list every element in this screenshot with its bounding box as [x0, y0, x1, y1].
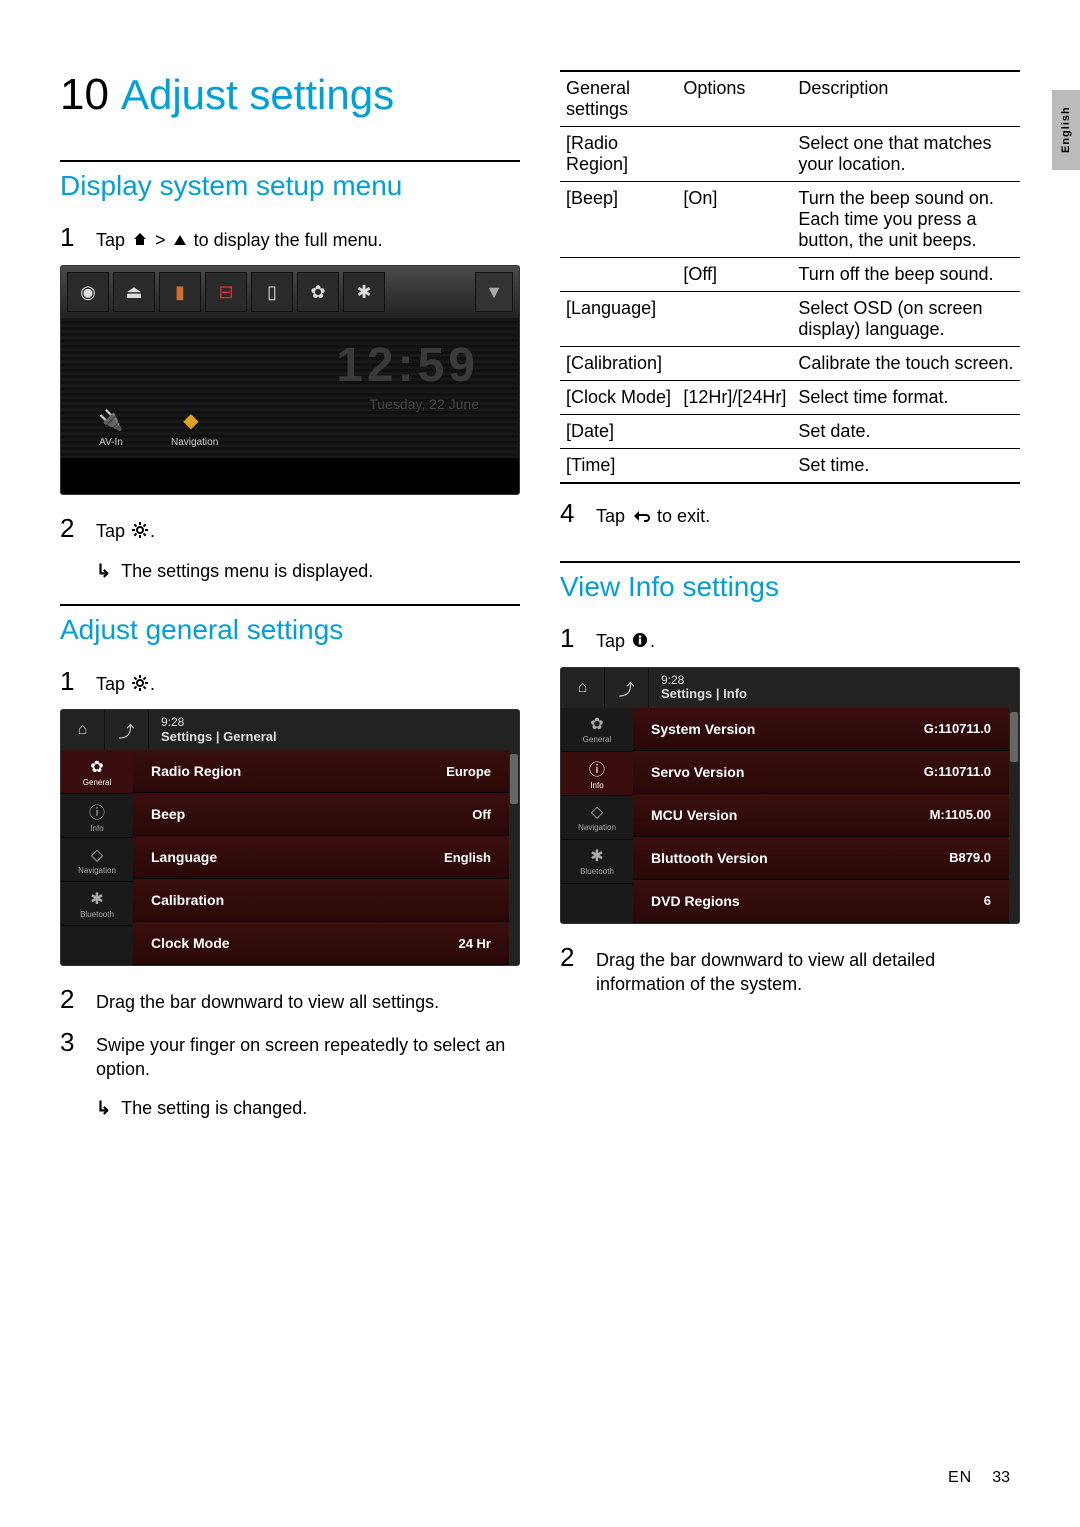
sidebar-tab-general: ✿General — [561, 708, 633, 752]
usb-icon: ⊟ — [205, 272, 247, 312]
settings-row: MCU VersionM:1105.00 — [633, 794, 1009, 837]
back-icon: ⤴ — [605, 668, 649, 708]
step-text: Drag the bar downward to view all settin… — [96, 984, 520, 1014]
step-text: Tap . — [596, 623, 1020, 654]
step-text: Tap > to display the full menu. — [96, 222, 520, 253]
settings-row: BeepOff — [133, 793, 509, 836]
screenshot-general-settings: ⌂ ⤴ 9:28 Settings | Gerneral ✿GeneralⓘIn… — [60, 709, 520, 966]
step-text: Swipe your finger on screen repeatedly t… — [96, 1027, 520, 1082]
triangle-up-icon — [173, 229, 187, 253]
step-number: 1 — [60, 666, 82, 697]
table-row: [Language]Select OSD (on screen display)… — [560, 292, 1020, 347]
step-text: Tap to exit. — [596, 498, 1020, 529]
breadcrumb: Settings | Info — [661, 686, 747, 701]
sidebar-tab-info: ⓘInfo — [61, 794, 133, 838]
settings-row: Calibration — [133, 879, 509, 922]
result-text: The settings menu is displayed. — [121, 561, 373, 582]
sd-icon: ▮ — [159, 272, 201, 312]
settings-row: Servo VersionG:110711.0 — [633, 751, 1009, 794]
info-icon — [632, 630, 648, 654]
table-row: [Radio Region]Select one that matches yo… — [560, 127, 1020, 182]
clock-display: 12:59 — [336, 338, 479, 393]
settings-row: DVD Regions6 — [633, 880, 1009, 923]
settings-row: System VersionG:110711.0 — [633, 708, 1009, 751]
home-icon: ⌂ — [561, 668, 605, 708]
scrollbar — [509, 750, 519, 965]
table-header: General settings — [560, 71, 677, 127]
step-number: 3 — [60, 1027, 82, 1058]
general-settings-table: General settings Options Description [Ra… — [560, 70, 1020, 484]
date-display: Tuesday, 22 June — [369, 396, 479, 412]
home-icon: ⌂ — [61, 710, 105, 750]
step-number: 2 — [560, 942, 582, 973]
sidebar-tab-bluetooth: ✱Bluetooth — [61, 882, 133, 926]
breadcrumb: Settings | Gerneral — [161, 729, 277, 744]
settings-row: LanguageEnglish — [133, 836, 509, 879]
disc-icon: ◉ — [67, 272, 109, 312]
section-display-menu: Display system setup menu — [60, 170, 520, 202]
sidebar-tab-info: ⓘInfo — [561, 752, 633, 796]
sidebar-tab-general: ✿General — [61, 750, 133, 794]
table-row: [Time]Set time. — [560, 449, 1020, 484]
table-row: [Calibration]Calibrate the touch screen. — [560, 347, 1020, 381]
step-text: Tap . — [96, 513, 520, 544]
table-header: Description — [792, 71, 1020, 127]
result-arrow-icon: ↳ — [96, 561, 111, 582]
settings-row: Bluttooth VersionB879.0 — [633, 837, 1009, 880]
table-header: Options — [677, 71, 792, 127]
step-text: Tap . — [96, 666, 520, 697]
footer-lang: EN — [948, 1469, 972, 1487]
step-number: 1 — [560, 623, 582, 654]
table-row: [Off]Turn off the beep sound. — [560, 258, 1020, 292]
settings-row: Clock Mode24 Hr — [133, 922, 509, 965]
navigation-button: ◆ Navigation — [171, 405, 218, 448]
chapter-text: Adjust settings — [121, 71, 394, 119]
gear-icon: ✿ — [297, 272, 339, 312]
plug-icon: 🔌 — [91, 405, 131, 435]
step-text: Drag the bar downward to view all detail… — [596, 942, 1020, 997]
screenshot-home: ◉ ⏏ ▮ ⊟ ▯ ✿ ✱ ▼ 12:59 Tuesday, 22 June 🔌… — [60, 265, 520, 495]
step-number: 1 — [60, 222, 82, 253]
sidebar-tab-navigation: ◇Navigation — [561, 796, 633, 840]
table-row: [Date]Set date. — [560, 415, 1020, 449]
screenshot-info-settings: ⌂ ⤴ 9:28 Settings | Info ✿GeneralⓘInfo◇N… — [560, 667, 1020, 924]
section-general-settings: Adjust general settings — [60, 614, 520, 646]
result-text: The setting is changed. — [121, 1098, 307, 1119]
scrollbar — [1009, 708, 1019, 923]
settings-row: Radio RegionEurope — [133, 750, 509, 793]
chapter-number: 10 — [60, 70, 109, 120]
back-icon — [632, 505, 650, 529]
sidebar-tab-bluetooth: ✱Bluetooth — [561, 840, 633, 884]
chapter-title: 10 Adjust settings — [60, 70, 520, 120]
bluetooth-icon: ✱ — [343, 272, 385, 312]
gear-icon — [132, 520, 148, 544]
chevron-down-icon: ▼ — [475, 272, 513, 312]
table-row: [Clock Mode][12Hr]/[24Hr]Select time for… — [560, 381, 1020, 415]
gear-icon — [132, 673, 148, 697]
home-icon — [132, 229, 148, 253]
footer-page: 33 — [992, 1469, 1010, 1487]
nav-arrow-icon: ◆ — [171, 405, 211, 435]
table-row: [Beep][On]Turn the beep sound on. Each t… — [560, 182, 1020, 258]
step-number: 4 — [560, 498, 582, 529]
section-info-settings: View Info settings — [560, 571, 1020, 603]
avin-button: 🔌 AV-In — [91, 405, 131, 448]
step-number: 2 — [60, 984, 82, 1015]
ipod-icon: ▯ — [251, 272, 293, 312]
sidebar-tab-navigation: ◇Navigation — [61, 838, 133, 882]
eject-icon: ⏏ — [113, 272, 155, 312]
page-footer: EN 33 — [948, 1469, 1010, 1487]
step-number: 2 — [60, 513, 82, 544]
language-tab: English — [1052, 90, 1080, 170]
result-arrow-icon: ↳ — [96, 1098, 111, 1119]
back-icon: ⤴ — [105, 710, 149, 750]
